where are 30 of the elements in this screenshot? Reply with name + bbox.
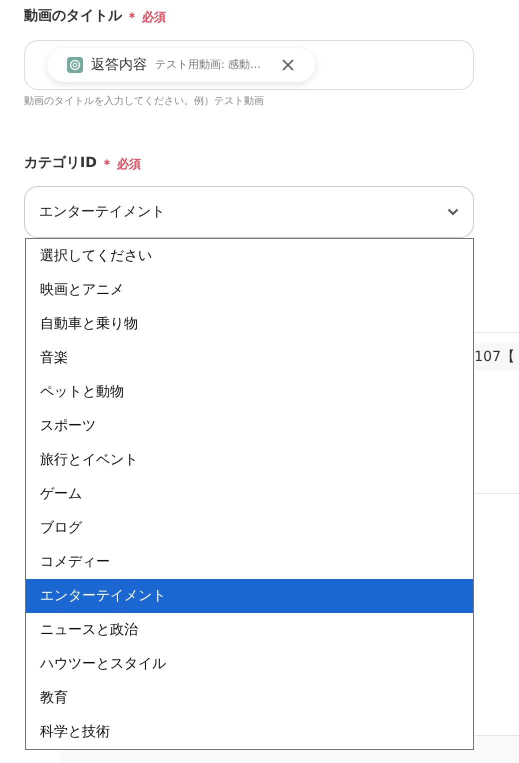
dropdown-option[interactable]: 自動車と乗り物	[26, 307, 473, 341]
required-label: 必須	[116, 156, 141, 172]
dropdown-option[interactable]: ハウツーとスタイル	[26, 647, 473, 681]
dropdown-option[interactable]: スポーツ	[26, 409, 473, 443]
chip-value: テスト用動画: 感動...	[155, 56, 261, 73]
field-label: カテゴリID	[24, 154, 97, 173]
category-select[interactable]: エンターテイメント	[24, 186, 474, 238]
dropdown-option[interactable]: ペットと動物	[26, 375, 473, 409]
dropdown-option[interactable]: 音楽	[26, 341, 473, 375]
dropdown-option[interactable]: 科学と技術	[26, 715, 473, 749]
dropdown-option[interactable]: ゲーム	[26, 477, 473, 511]
dropdown-option[interactable]: ニュースと政治	[26, 613, 473, 647]
close-icon[interactable]	[280, 58, 295, 72]
required-mark: ＊	[126, 8, 138, 26]
field-label: 動画のタイトル	[24, 7, 122, 26]
dropdown-option[interactable]: 教育	[26, 681, 473, 715]
variable-chip[interactable]: 返答内容 テスト用動画: 感動...	[47, 48, 315, 82]
required-label: 必須	[142, 8, 166, 26]
title-input-field[interactable]: 返答内容 テスト用動画: 感動...	[24, 40, 474, 90]
chip-label: 返答内容	[91, 56, 147, 74]
background-text: 107【	[474, 348, 515, 366]
dropdown-option[interactable]: 映画とアニメ	[26, 273, 473, 307]
help-text: 動画のタイトルを入力してください。例）テスト動画	[24, 94, 265, 109]
dropdown-option[interactable]: ブログ	[26, 511, 473, 545]
dropdown-option[interactable]: 旅行とイベント	[26, 443, 473, 477]
dropdown-option[interactable]: 選択してください	[26, 239, 473, 273]
required-mark: ＊	[100, 156, 113, 172]
chevron-down-icon	[447, 208, 459, 216]
dropdown-option[interactable]: エンターテイメント	[26, 579, 473, 613]
dropdown-option[interactable]: コメディー	[26, 545, 473, 579]
